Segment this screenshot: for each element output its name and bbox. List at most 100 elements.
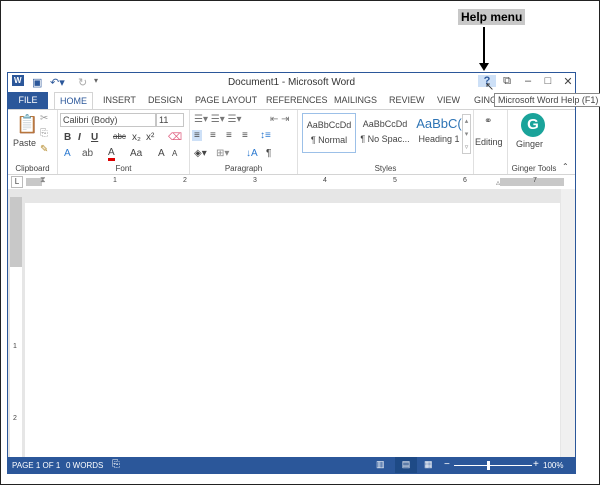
styles-scroll[interactable]: ▴ ▾ ▿ xyxy=(462,114,471,154)
style-name: ¶ No Spac... xyxy=(360,134,410,144)
italic-button[interactable]: I xyxy=(78,132,81,143)
vruler-margin xyxy=(10,197,22,267)
tab-mailings[interactable]: MAILINGS xyxy=(329,92,382,109)
style-normal[interactable]: AaBbCcDd ¶ Normal xyxy=(302,113,356,153)
ruler-mark: 7 xyxy=(533,177,537,184)
tab-insert[interactable]: INSERT xyxy=(98,92,141,109)
find-binoculars-icon: ⚭ xyxy=(484,116,493,127)
bullets-icon[interactable]: ☰▾ ☰▾ ☰▾ xyxy=(194,114,242,125)
change-case-button[interactable]: Aa xyxy=(130,148,142,159)
maximize-button[interactable]: □ xyxy=(539,75,557,87)
cut-icon[interactable]: ✂ xyxy=(40,113,48,124)
underline-button[interactable]: U xyxy=(91,132,98,143)
ribbon-tabs: FILE HOME INSERT DESIGN PAGE LAYOUT REFE… xyxy=(8,92,575,109)
ribbon-display-options-button[interactable]: ⧉ xyxy=(498,75,516,88)
close-button[interactable]: ✕ xyxy=(559,75,577,88)
help-menu-callout: Help menu xyxy=(458,9,526,25)
paragraph-label: Paragraph xyxy=(224,164,263,173)
collapse-ribbon-icon[interactable]: ⌃ xyxy=(562,162,569,171)
ruler-mark: 6 xyxy=(463,177,467,184)
align-center-icon[interactable]: ≡ xyxy=(210,130,216,141)
editing-group[interactable]: ⚭ Editing xyxy=(474,110,508,174)
tab-design[interactable]: DESIGN xyxy=(143,92,188,109)
paste-icon[interactable]: 📋 xyxy=(16,114,38,135)
show-formatting-button[interactable]: ¶ xyxy=(266,148,271,159)
subscript-button[interactable]: x₂ xyxy=(132,132,141,143)
align-left-icon[interactable]: ≡ xyxy=(192,130,202,141)
copy-icon[interactable]: ⎘ xyxy=(40,128,48,139)
word-window: W ▣ ↶▾ ↻ ▾ Document1 - Microsoft Word ? … xyxy=(7,72,600,474)
callout-arrow xyxy=(483,27,485,65)
line-spacing-icon[interactable]: ↕≡ xyxy=(260,130,271,141)
read-mode-icon[interactable]: ▥ xyxy=(376,459,385,470)
tab-selector[interactable]: L xyxy=(11,176,23,188)
vruler-mark: 1 xyxy=(13,343,17,350)
ginger-logo-icon[interactable]: G xyxy=(521,113,545,137)
zoom-level[interactable]: 100% xyxy=(543,461,563,470)
status-bar: PAGE 1 OF 1 0 WORDS ⎘ ▥ ▤ ▦ − + 100% xyxy=(8,457,575,473)
tab-page-layout[interactable]: PAGE LAYOUT xyxy=(190,92,262,109)
ruler-mark: 2 xyxy=(183,177,187,184)
tab-view[interactable]: VIEW xyxy=(432,92,465,109)
right-indent-marker[interactable]: ▵ xyxy=(496,178,500,187)
print-layout-icon[interactable]: ▤ xyxy=(395,457,417,473)
sort-icon[interactable]: ↓A xyxy=(246,148,258,159)
styles-label: Styles xyxy=(374,164,397,173)
superscript-button[interactable]: x² xyxy=(146,132,154,143)
indent-icon[interactable]: ⇤ ⇥ xyxy=(270,114,290,125)
ginger-button[interactable]: Ginger xyxy=(516,139,543,149)
font-label: Font xyxy=(115,164,132,173)
editing-button[interactable]: Editing xyxy=(475,137,503,147)
text-effects-icon[interactable]: A xyxy=(64,148,71,159)
ruler-mark: 4 xyxy=(323,177,327,184)
tab-review[interactable]: REVIEW xyxy=(384,92,430,109)
ruler-mark: 3 xyxy=(253,177,257,184)
ruler-margin-right xyxy=(500,178,564,186)
page-count[interactable]: PAGE 1 OF 1 xyxy=(12,461,60,470)
style-sample: AaBbCcDd xyxy=(306,120,352,130)
word-count[interactable]: 0 WORDS xyxy=(66,461,103,470)
style-name: Heading 1 xyxy=(418,134,460,144)
format-painter-icon[interactable]: ✎ xyxy=(40,144,48,155)
justify-icon[interactable]: ≡ xyxy=(242,130,248,141)
ginger-tools-label: Ginger Tools xyxy=(511,164,557,173)
font-name-select[interactable]: Calibri (Body) xyxy=(60,113,156,127)
clipboard-label: Clipboard xyxy=(15,164,50,173)
zoom-out-button[interactable]: − xyxy=(444,459,450,470)
shading-icon[interactable]: ◈▾ xyxy=(194,148,207,159)
tab-file[interactable]: FILE xyxy=(8,92,48,109)
zoom-slider[interactable] xyxy=(454,465,532,466)
vertical-scrollbar[interactable] xyxy=(561,189,575,459)
document-page[interactable] xyxy=(25,203,560,459)
mouse-cursor-icon: ↖ xyxy=(485,81,495,93)
grow-font-button[interactable]: A xyxy=(158,148,165,159)
styles-group: AaBbCcDd ¶ Normal AaBbCcDd ¶ No Spac... … xyxy=(298,110,474,174)
zoom-in-button[interactable]: + xyxy=(533,459,539,470)
style-sample: AaBbC( xyxy=(416,116,462,131)
horizontal-ruler: L 1 2 3 4 5 6 7 ⧗ ▵ xyxy=(8,175,575,189)
proofing-icon[interactable]: ⎘ xyxy=(112,459,120,470)
tab-references[interactable]: REFERENCES xyxy=(261,92,333,109)
callout-arrow-head xyxy=(479,63,489,71)
web-layout-icon[interactable]: ▦ xyxy=(424,459,433,470)
document-area: 1 2 xyxy=(8,189,575,459)
tab-home[interactable]: HOME xyxy=(54,92,93,109)
ruler-mark: 5 xyxy=(393,177,397,184)
shrink-font-button[interactable]: A xyxy=(172,149,177,158)
font-color-button[interactable]: A xyxy=(108,148,115,161)
zoom-slider-thumb[interactable] xyxy=(487,461,490,470)
style-no-spacing[interactable]: AaBbCcDd ¶ No Spac... xyxy=(358,113,412,153)
paste-button[interactable]: Paste xyxy=(13,138,36,148)
vertical-ruler: 1 2 xyxy=(10,197,22,459)
strikethrough-button[interactable]: abc xyxy=(113,132,126,141)
paragraph-group: ☰▾ ☰▾ ☰▾ ⇤ ⇥ ≡ ≡ ≡ ≡ ↕≡ ◈▾ ⊞▾ ↓A ¶ Parag… xyxy=(190,110,298,174)
bold-button[interactable]: B xyxy=(64,132,71,143)
borders-icon[interactable]: ⊞▾ xyxy=(216,148,229,159)
highlight-icon[interactable]: ab xyxy=(82,148,93,159)
minimize-button[interactable]: – xyxy=(519,75,537,87)
align-right-icon[interactable]: ≡ xyxy=(226,130,232,141)
style-heading-1[interactable]: AaBbC( Heading 1 xyxy=(412,113,466,153)
clear-formatting-icon[interactable]: ⌫ xyxy=(168,132,182,143)
indent-marker[interactable]: ⧗ xyxy=(40,175,46,185)
font-size-select[interactable]: 11 xyxy=(156,113,184,127)
